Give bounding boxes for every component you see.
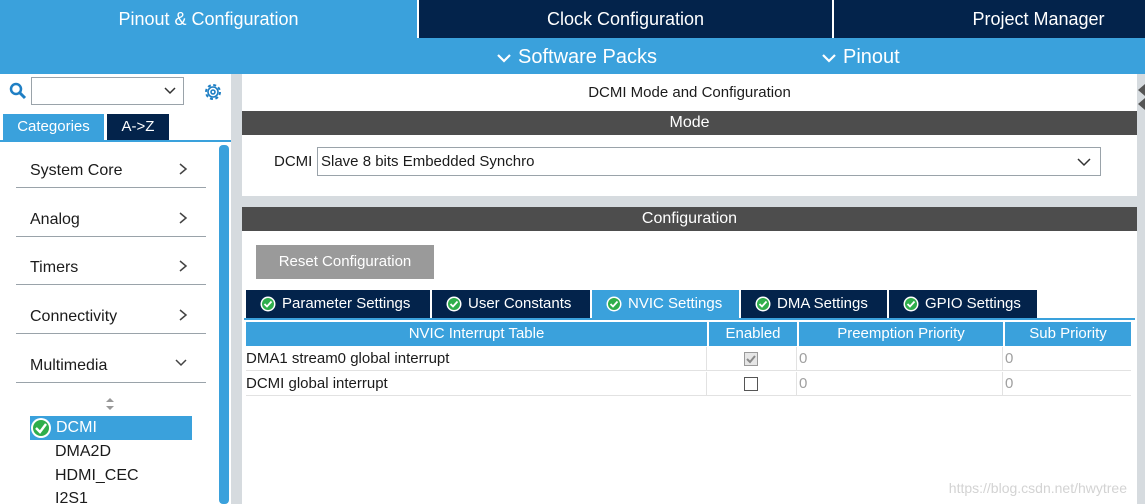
scrollbar[interactable] (219, 145, 229, 504)
check-circle-icon (260, 296, 276, 312)
chevron-down-icon (175, 359, 187, 367)
chevron-right-icon (179, 163, 188, 175)
category-multimedia[interactable]: Multimedia (16, 349, 206, 383)
mode-header: Mode (242, 111, 1137, 135)
category-analog[interactable]: Analog (16, 203, 206, 237)
check-icon (746, 355, 756, 364)
category-label: Timers (30, 259, 79, 276)
sub-priority-cell[interactable]: 0 (1003, 372, 1131, 396)
category-system-core[interactable]: System Core (16, 154, 206, 188)
category-label: Analog (30, 211, 80, 228)
table-row-name: DMA1 stream0 global interrupt (246, 347, 707, 371)
table-row-name: DCMI global interrupt (246, 372, 707, 396)
tab-clock-configuration[interactable]: Clock Configuration (417, 0, 832, 38)
tab-pinout-configuration[interactable]: Pinout & Configuration (0, 0, 417, 38)
enabled-checkbox[interactable] (744, 377, 758, 391)
software-packs-menu[interactable]: Software Packs (496, 38, 657, 74)
divider (244, 318, 1135, 320)
enabled-cell (707, 372, 797, 396)
configuration-header: Configuration (242, 207, 1137, 231)
page-title: DCMI Mode and Configuration (588, 84, 791, 101)
sub-menu-bar: Software Packs Pinout (0, 38, 1145, 74)
software-packs-label: Software Packs (518, 46, 657, 68)
column-header-nvic-table[interactable]: NVIC Interrupt Table (246, 322, 707, 346)
dcmi-label: DCMI (274, 153, 313, 170)
category-timers[interactable]: Timers (16, 251, 206, 285)
list-item-dcmi[interactable]: DCMI (30, 416, 192, 440)
tab-gpio-settings[interactable]: GPIO Settings (889, 290, 1037, 318)
pinout-label: Pinout (843, 46, 900, 68)
configuration-panel: Configuration Reset Configuration Parame… (242, 207, 1137, 504)
watermark: https://blog.csdn.net/hwytree (948, 480, 1127, 496)
preemption-priority-cell[interactable]: 0 (797, 347, 1003, 371)
check-circle-icon (446, 296, 462, 312)
gear-icon[interactable] (201, 80, 225, 104)
tab-label: DMA Settings (777, 295, 868, 312)
chevron-down-icon (164, 87, 176, 95)
chevron-right-icon (179, 260, 188, 272)
chevron-right-icon (179, 309, 188, 321)
sort-icon[interactable] (104, 397, 116, 411)
mode-panel: DCMI Mode and Configuration Mode DCMI Sl… (242, 74, 1137, 196)
category-label: Multimedia (30, 357, 108, 374)
pinout-menu[interactable]: Pinout (821, 38, 900, 74)
tab-project-manager-label: Project Manager (972, 9, 1105, 29)
right-edge-strip (1137, 74, 1145, 504)
chevron-down-icon (497, 53, 511, 63)
chevron-right-icon (179, 212, 188, 224)
check-circle-icon (31, 418, 51, 438)
tab-label: NVIC Settings (628, 295, 723, 312)
sub-priority-cell[interactable]: 0 (1003, 347, 1131, 371)
category-connectivity[interactable]: Connectivity (16, 300, 206, 334)
list-item-i2s1[interactable]: I2S1 (55, 490, 88, 504)
tab-a-z[interactable]: A->Z (107, 114, 169, 140)
list-item-hdmi-cec[interactable]: HDMI_CEC (55, 467, 139, 485)
tab-dma-settings[interactable]: DMA Settings (741, 290, 887, 318)
tab-label: Parameter Settings (282, 295, 411, 312)
tab-user-constants[interactable]: User Constants (432, 290, 590, 318)
divider (0, 140, 231, 142)
chevron-down-icon (1077, 158, 1091, 167)
column-header-preemption-priority[interactable]: Preemption Priority (799, 322, 1003, 346)
dcmi-mode-select[interactable]: Slave 8 bits Embedded Synchro (317, 147, 1101, 176)
enabled-cell (707, 347, 797, 371)
check-circle-icon (755, 296, 771, 312)
chevron-down-icon (822, 53, 836, 63)
tab-nvic-settings[interactable]: NVIC Settings (592, 290, 739, 318)
tab-label: GPIO Settings (925, 295, 1021, 312)
list-item-dma2d[interactable]: DMA2D (55, 443, 111, 461)
check-circle-icon (606, 296, 622, 312)
column-header-enabled[interactable]: Enabled (709, 322, 797, 346)
reset-configuration-button[interactable]: Reset Configuration (256, 245, 434, 279)
left-panel: Categories A->Z System Core Analog Timer… (0, 74, 231, 504)
column-header-sub-priority[interactable]: Sub Priority (1005, 322, 1131, 346)
check-circle-icon (903, 296, 919, 312)
tab-parameter-settings[interactable]: Parameter Settings (246, 290, 430, 318)
top-tab-bar: Pinout & Configuration Clock Configurati… (0, 0, 1145, 38)
collapse-arrow-icon[interactable] (1137, 82, 1145, 112)
category-label: Connectivity (30, 308, 118, 325)
list-item-label: DCMI (56, 419, 97, 436)
enabled-checkbox[interactable] (744, 352, 758, 366)
category-label: System Core (30, 162, 123, 179)
dcmi-mode-value: Slave 8 bits Embedded Synchro (321, 153, 535, 170)
tab-project-manager[interactable]: Project Manager (832, 0, 1145, 38)
preemption-priority-cell[interactable]: 0 (797, 372, 1003, 396)
search-icon[interactable] (9, 82, 27, 100)
search-input[interactable] (31, 77, 184, 105)
tab-label: User Constants (468, 295, 572, 312)
tab-categories[interactable]: Categories (3, 114, 104, 140)
